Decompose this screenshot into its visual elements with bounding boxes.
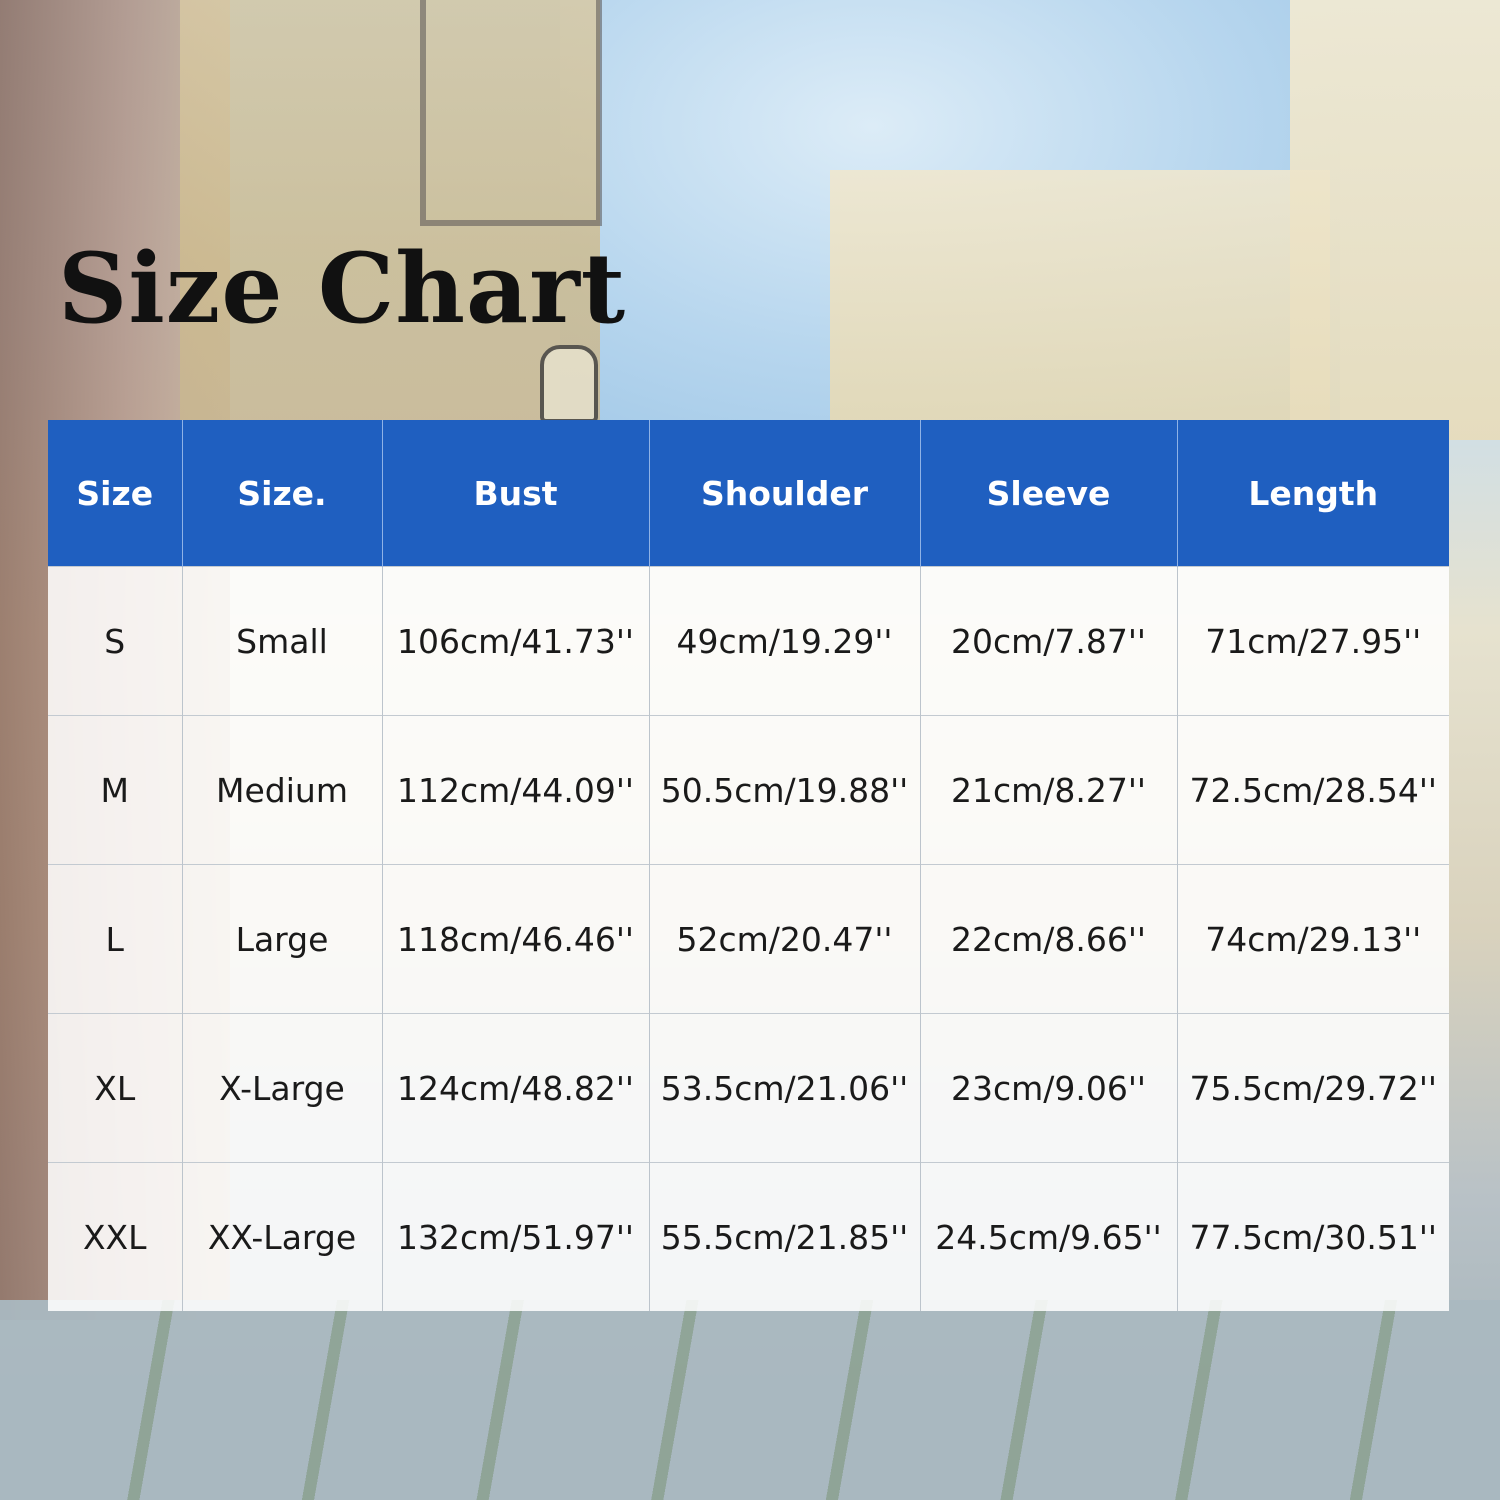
cell-size-name: X-Large [182, 1013, 383, 1163]
cobblestone-street [0, 1300, 1500, 1500]
cell-size: S [48, 566, 183, 716]
cell-sleeve: 20cm/7.87'' [920, 566, 1178, 716]
cell-sleeve: 22cm/8.66'' [920, 864, 1178, 1014]
cell-sleeve: 23cm/9.06'' [920, 1013, 1178, 1163]
cell-size: XXL [48, 1162, 183, 1311]
building-far-right [1290, 0, 1500, 440]
cell-shoulder: 53.5cm/21.06'' [649, 1013, 921, 1163]
cell-size: XL [48, 1013, 183, 1163]
table-header-row: Size Size. Bust Shoulder Sleeve Length [48, 420, 1449, 567]
table-row: XXL XX-Large 132cm/51.97'' 55.5cm/21.85'… [48, 1162, 1449, 1311]
cell-shoulder: 50.5cm/19.88'' [649, 715, 921, 865]
street-lamp [540, 345, 598, 423]
table-row: S Small 106cm/41.73'' 49cm/19.29'' 20cm/… [48, 566, 1449, 716]
cell-bust: 124cm/48.82'' [382, 1013, 650, 1163]
cell-size-name: Medium [182, 715, 383, 865]
cell-size: L [48, 864, 183, 1014]
cell-bust: 106cm/41.73'' [382, 566, 650, 716]
cell-sleeve: 21cm/8.27'' [920, 715, 1178, 865]
cell-bust: 132cm/51.97'' [382, 1162, 650, 1311]
size-chart-table: Size Size. Bust Shoulder Sleeve Length S… [48, 420, 1449, 1311]
cell-size: M [48, 715, 183, 865]
header-size-name: Size. [182, 420, 383, 567]
cell-length: 71cm/27.95'' [1177, 566, 1449, 716]
cell-length: 72.5cm/28.54'' [1177, 715, 1449, 865]
cell-size-name: XX-Large [182, 1162, 383, 1311]
table-row: XL X-Large 124cm/48.82'' 53.5cm/21.06'' … [48, 1013, 1449, 1163]
cell-length: 74cm/29.13'' [1177, 864, 1449, 1014]
cell-shoulder: 52cm/20.47'' [649, 864, 921, 1014]
cell-bust: 118cm/46.46'' [382, 864, 650, 1014]
header-sleeve: Sleeve [920, 420, 1178, 567]
page-title: Size Chart [58, 232, 627, 345]
header-shoulder: Shoulder [649, 420, 921, 567]
header-bust: Bust [382, 420, 650, 567]
balcony [420, 0, 602, 226]
cell-sleeve: 24.5cm/9.65'' [920, 1162, 1178, 1311]
cell-bust: 112cm/44.09'' [382, 715, 650, 865]
cell-shoulder: 55.5cm/21.85'' [649, 1162, 921, 1311]
header-size: Size [48, 420, 183, 567]
cell-size-name: Large [182, 864, 383, 1014]
cell-length: 75.5cm/29.72'' [1177, 1013, 1449, 1163]
table-row: M Medium 112cm/44.09'' 50.5cm/19.88'' 21… [48, 715, 1449, 865]
header-length: Length [1177, 420, 1449, 567]
table-row: L Large 118cm/46.46'' 52cm/20.47'' 22cm/… [48, 864, 1449, 1014]
building-right [830, 170, 1330, 430]
cell-shoulder: 49cm/19.29'' [649, 566, 921, 716]
cell-length: 77.5cm/30.51'' [1177, 1162, 1449, 1311]
cell-size-name: Small [182, 566, 383, 716]
